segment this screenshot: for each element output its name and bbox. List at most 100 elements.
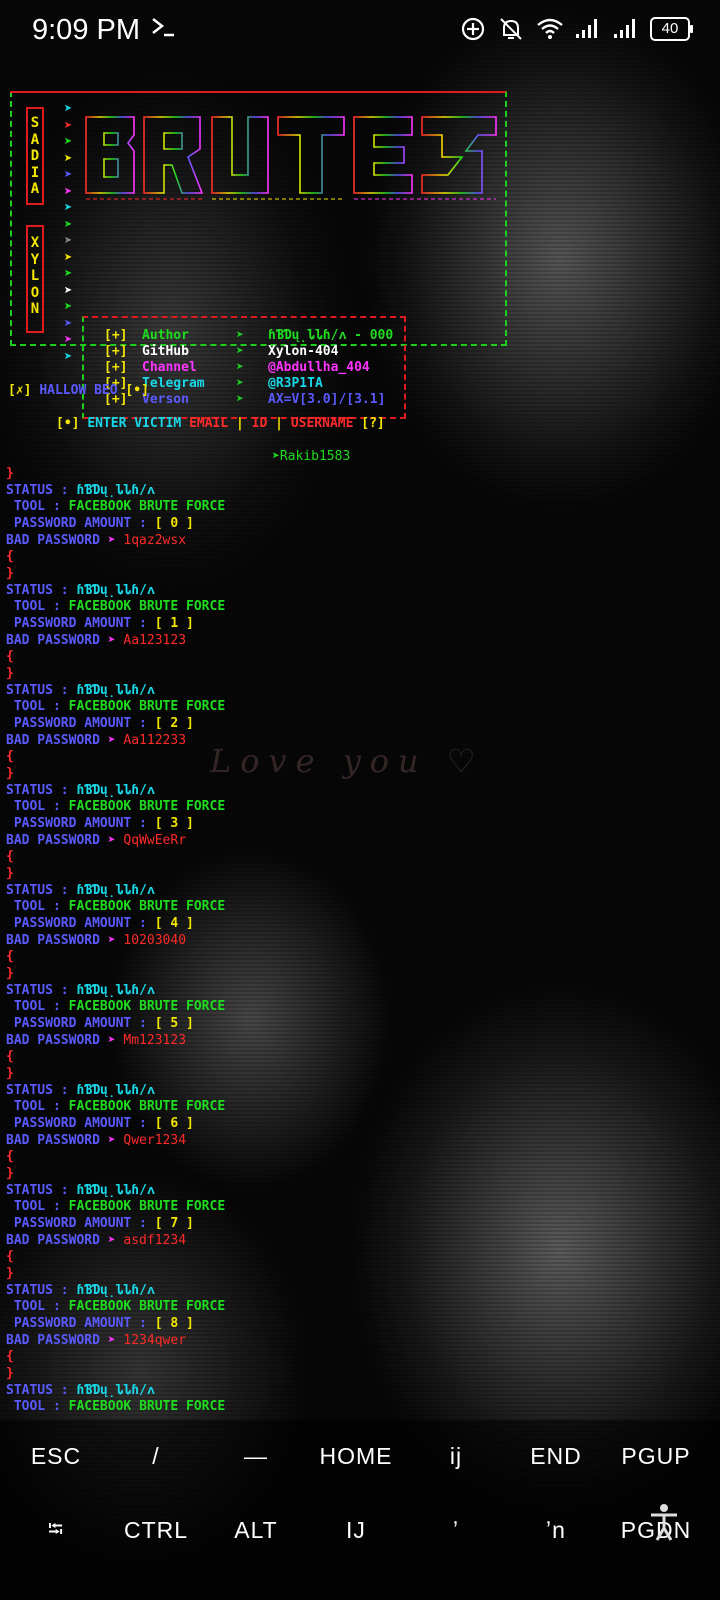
bad-password-label: BAD PASSWORD (6, 1232, 100, 1248)
dash-key[interactable]: — (206, 1424, 306, 1488)
status-value: ɦƁƊų̣ȴȴɦ/ᴧ (76, 1082, 155, 1098)
tool-value: FACEBOOK BRUTE FORCE (68, 599, 226, 615)
slash-key[interactable]: / (106, 1424, 206, 1488)
greeting-line: [✗] HALLOW BEO [•] (8, 383, 149, 399)
brace: { (6, 1249, 14, 1265)
chevron-column: ➤ ➤ ➤ ➤ ➤ ➤ ➤ ➤ ➤ ➤ ➤ ➤ ➤ ➤ ➤ ➤ (64, 101, 73, 365)
attempt-block: } STATUS : ɦƁƊų̣ȴȴɦ/ᴧ TOOL : FACEBOOK BR… (6, 766, 486, 866)
apostrophe-key[interactable]: ʼ (406, 1498, 506, 1562)
info-row: [+] GitHub ➤ Xylon-404 (104, 344, 338, 360)
arrow-icon: ➤ (107, 1032, 116, 1048)
tool-value: FACEBOOK BRUTE FORCE (68, 1199, 226, 1215)
arrow-icon: ➤ (236, 392, 244, 407)
amount-value: [ 3 ] (154, 816, 194, 832)
status-value: ɦƁƊų̣ȴȴɦ/ᴧ (76, 882, 155, 898)
brace: { (6, 1049, 14, 1065)
amount-value: [ 1 ] (154, 616, 194, 632)
user-input-line[interactable]: ➤Rakib1583 (272, 449, 350, 465)
prompt-text: ENTER VICTIM (87, 416, 182, 431)
side-letter: N (30, 301, 40, 317)
attempt-block: } STATUS : ɦƁƊų̣ȴȴɦ/ᴧ TOOL : FACEBOOK BR… (6, 566, 486, 666)
esc-key[interactable]: ESC (6, 1424, 106, 1488)
tool-label: TOOL : (6, 799, 61, 815)
brute-logo (85, 116, 497, 200)
attempt-block: } STATUS : ɦƁƊų̣ȴȴɦ/ᴧ TOOL : FACEBOOK BR… (6, 1266, 486, 1366)
bracket-text: [•] (125, 383, 149, 398)
attempt-block: } STATUS : ɦƁƊų̣ȴȴɦ/ᴧ TOOL : FACEBOOK BR… (6, 866, 486, 966)
brace: } (6, 1266, 14, 1281)
arrow-icon: ➤ (107, 732, 116, 748)
password-value: QqWwEeRr (123, 832, 187, 848)
ij-key[interactable]: ij (406, 1424, 506, 1488)
side-letter: A (30, 181, 40, 197)
arrow-icon: ➤ (107, 632, 116, 648)
signal-icon (612, 16, 638, 42)
arrow-icon: ➤ (236, 360, 244, 375)
status-value: ɦƁƊų̣ȴȴɦ/ᴧ (76, 482, 155, 498)
bracket-text: [•] (56, 416, 80, 431)
accessibility-icon[interactable] (648, 1502, 680, 1546)
info-label: GitHub (142, 344, 189, 359)
battery-indicator: 40 (650, 17, 693, 41)
bad-password-label: BAD PASSWORD (6, 632, 100, 648)
n-apostrophe-key[interactable]: ʼn (506, 1498, 606, 1562)
side-letter: S (30, 115, 40, 131)
tool-label: TOOL : (6, 899, 61, 915)
arrow-icon: ➤ (107, 532, 116, 548)
arrow-icon: ➤ (107, 1132, 116, 1148)
status-label: STATUS : (6, 1282, 69, 1298)
status-bar: 9:09 PM 40 (0, 0, 720, 64)
prompt-text: ID (251, 416, 268, 431)
status-label: STATUS : (6, 1382, 69, 1398)
info-value: ɦƁƊų̣ȴȴɦ/ᴧ - 000 (268, 328, 394, 343)
attempt-block: } STATUS : ɦƁƊų̣ȴȴɦ/ᴧ TOOL : FACEBOOK BR… (6, 966, 486, 1066)
tool-value: FACEBOOK BRUTE FORCE (68, 1399, 226, 1415)
tool-banner: S A D I A X Y L O N ➤ ➤ ➤ ➤ ➤ ➤ ➤ ➤ ➤ ➤ ➤ ➤ ➤ ➤ ➤ ➤ (10, 91, 507, 419)
info-bracket: [+] (104, 360, 128, 375)
amount-value: [ 6 ] (154, 1116, 194, 1132)
brace: } (6, 766, 14, 781)
bracket-text: [?] (361, 416, 385, 431)
pgup-key[interactable]: PGUP (606, 1424, 706, 1488)
attempt-block: } STATUS : ɦƁƊų̣ȴȴɦ/ᴧ TOOL : FACEBOOK BR… (6, 666, 486, 766)
end-key[interactable]: END (506, 1424, 606, 1488)
info-bracket: [+] (104, 328, 128, 343)
tool-label: TOOL : (6, 999, 61, 1015)
alt-key[interactable]: ALT (206, 1498, 306, 1562)
separator: | (236, 416, 244, 431)
greeting-text: HALLOW BEO (39, 383, 118, 398)
tool-value: FACEBOOK BRUTE FORCE (68, 699, 226, 715)
tool-label: TOOL : (6, 1299, 61, 1315)
bad-password-label: BAD PASSWORD (6, 932, 100, 948)
status-value: ɦƁƊų̣ȴȴɦ/ᴧ (76, 782, 155, 798)
status-value: ɦƁƊų̣ȴȴɦ/ᴧ (76, 1382, 155, 1398)
status-value: ɦƁƊų̣ȴȴɦ/ᴧ (76, 682, 155, 698)
tool-label: TOOL : (6, 1099, 61, 1115)
signal-icon (574, 16, 600, 42)
amount-label: PASSWORD AMOUNT : (6, 1216, 147, 1232)
amount-label: PASSWORD AMOUNT : (6, 616, 147, 632)
ctrl-key[interactable]: CTRL (106, 1498, 206, 1562)
home-key[interactable]: HOME (306, 1424, 406, 1488)
status-label: STATUS : (6, 982, 69, 998)
password-value: 1234qwer (123, 1332, 187, 1348)
side-letter: I (30, 164, 40, 181)
password-value: Aa112233 (123, 732, 187, 748)
status-value: ɦƁƊų̣ȴȴɦ/ᴧ (76, 1182, 155, 1198)
tab-key[interactable]: ⭾ (6, 1498, 106, 1562)
status-value: ɦƁƊų̣ȴȴɦ/ᴧ (76, 1282, 155, 1298)
tool-value: FACEBOOK BRUTE FORCE (68, 1299, 226, 1315)
separator: | (275, 416, 283, 431)
ij-upper-key[interactable]: IJ (306, 1498, 406, 1562)
password-value: 1qaz2wsx (123, 532, 187, 548)
side-letter: L (30, 268, 40, 284)
brace: } (6, 866, 14, 881)
brace: } (6, 466, 14, 481)
status-time: 9:09 PM (32, 14, 140, 46)
amount-label: PASSWORD AMOUNT : (6, 516, 147, 532)
arrow-icon: ➤ (107, 1232, 116, 1248)
info-label: Author (142, 328, 189, 343)
amount-label: PASSWORD AMOUNT : (6, 916, 147, 932)
amount-value: [ 5 ] (154, 1016, 194, 1032)
side-letter: D (30, 148, 40, 164)
